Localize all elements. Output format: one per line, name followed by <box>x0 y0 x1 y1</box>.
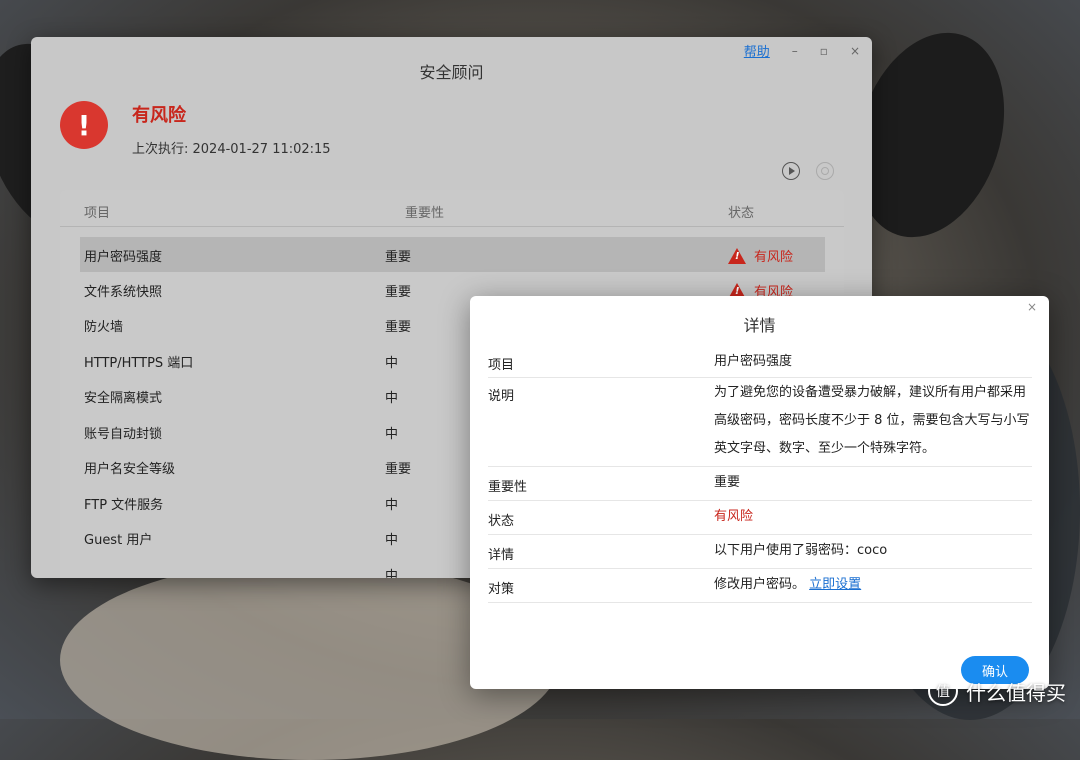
close-icon[interactable]: × <box>850 44 860 58</box>
help-link[interactable]: 帮助 <box>744 41 770 60</box>
detail-label: 说明 <box>488 389 515 404</box>
dialog-title: 详情 <box>743 316 776 335</box>
play-icon[interactable] <box>782 162 800 180</box>
detail-value: 修改用户密码。 立即设置 <box>714 571 1034 599</box>
row-importance: 中 <box>385 427 399 442</box>
row-item: 用户名安全等级 <box>84 462 176 477</box>
header-item: 项目 <box>84 206 111 221</box>
warning-icon <box>728 247 746 264</box>
set-now-link[interactable]: 立即设置 <box>809 577 861 592</box>
status-title: 有风险 <box>132 105 186 126</box>
row-item: FTP 文件服务 <box>84 498 164 513</box>
row-importance: 中 <box>385 498 399 513</box>
header-importance: 重要性 <box>405 206 445 221</box>
detail-row-importance: 重要性 重要 <box>488 466 1032 501</box>
row-status: 有风险 <box>728 246 793 266</box>
row-importance: 重要 <box>385 320 412 335</box>
header-status: 状态 <box>728 206 755 221</box>
row-importance: 重要 <box>385 462 412 477</box>
minimize-icon[interactable]: – <box>792 44 798 58</box>
row-importance: 中 <box>385 533 399 548</box>
detail-row-description: 说明 为了避免您的设备遭受暴力破解，建议所有用户都采用高级密码，密码长度不少于 … <box>488 377 1032 467</box>
detail-value: 用户密码强度 <box>714 354 793 369</box>
row-importance: 中 <box>385 356 399 371</box>
row-importance: 中 <box>385 569 399 578</box>
table-header: 项目 重要性 状态 <box>60 200 844 227</box>
detail-row-item: 项目 用户密码强度 <box>488 346 1032 378</box>
row-item: 文件系统快照 <box>84 285 163 300</box>
row-item: 用户密码强度 <box>84 250 163 265</box>
detail-label: 状态 <box>488 514 515 529</box>
table-row[interactable]: 用户密码强度 重要 有风险 <box>80 237 825 272</box>
last-run-time: 上次执行: 2024-01-27 11:02:15 <box>132 142 331 157</box>
settings-icon[interactable] <box>816 162 834 180</box>
watermark-text: 什么值得买 <box>966 680 1066 705</box>
row-item: HTTP/HTTPS 端口 <box>84 356 194 371</box>
detail-row-details: 详情 以下用户使用了弱密码：coco <box>488 534 1032 569</box>
countermeasure-text: 修改用户密码。 <box>714 577 806 592</box>
detail-label: 详情 <box>488 548 515 563</box>
window-title: 安全顾问 <box>419 63 484 82</box>
alert-icon: ! <box>60 101 108 149</box>
detail-value: 重要 <box>714 475 741 490</box>
row-importance: 重要 <box>385 250 412 265</box>
detail-label: 项目 <box>488 358 515 373</box>
row-status-text: 有风险 <box>754 250 794 265</box>
watermark: 值 什么值得买 <box>928 676 1066 706</box>
detail-value: 有风险 <box>714 509 754 524</box>
row-item: 安全隔离模式 <box>84 391 163 406</box>
watermark-logo-icon: 值 <box>928 676 958 706</box>
row-importance: 中 <box>385 391 399 406</box>
window-controls: 帮助 – ▫ × <box>744 41 860 61</box>
detail-label: 对策 <box>488 582 515 597</box>
row-item: 账号自动封锁 <box>84 427 163 442</box>
detail-label: 重要性 <box>488 480 528 495</box>
details-dialog: × 详情 项目 用户密码强度 说明 为了避免您的设备遭受暴力破解，建议所有用户都… <box>470 296 1049 689</box>
detail-row-status: 状态 有风险 <box>488 500 1032 535</box>
row-importance: 重要 <box>385 285 412 300</box>
detail-value: 为了避免您的设备遭受暴力破解，建议所有用户都采用高级密码，密码长度不少于 8 位… <box>714 385 1030 456</box>
row-item: 防火墙 <box>84 320 124 335</box>
detail-value: 以下用户使用了弱密码：coco <box>714 543 888 558</box>
detail-row-countermeasure: 对策 修改用户密码。 立即设置 <box>488 568 1032 603</box>
maximize-icon[interactable]: ▫ <box>820 44 828 58</box>
row-item: Guest 用户 <box>84 533 153 548</box>
